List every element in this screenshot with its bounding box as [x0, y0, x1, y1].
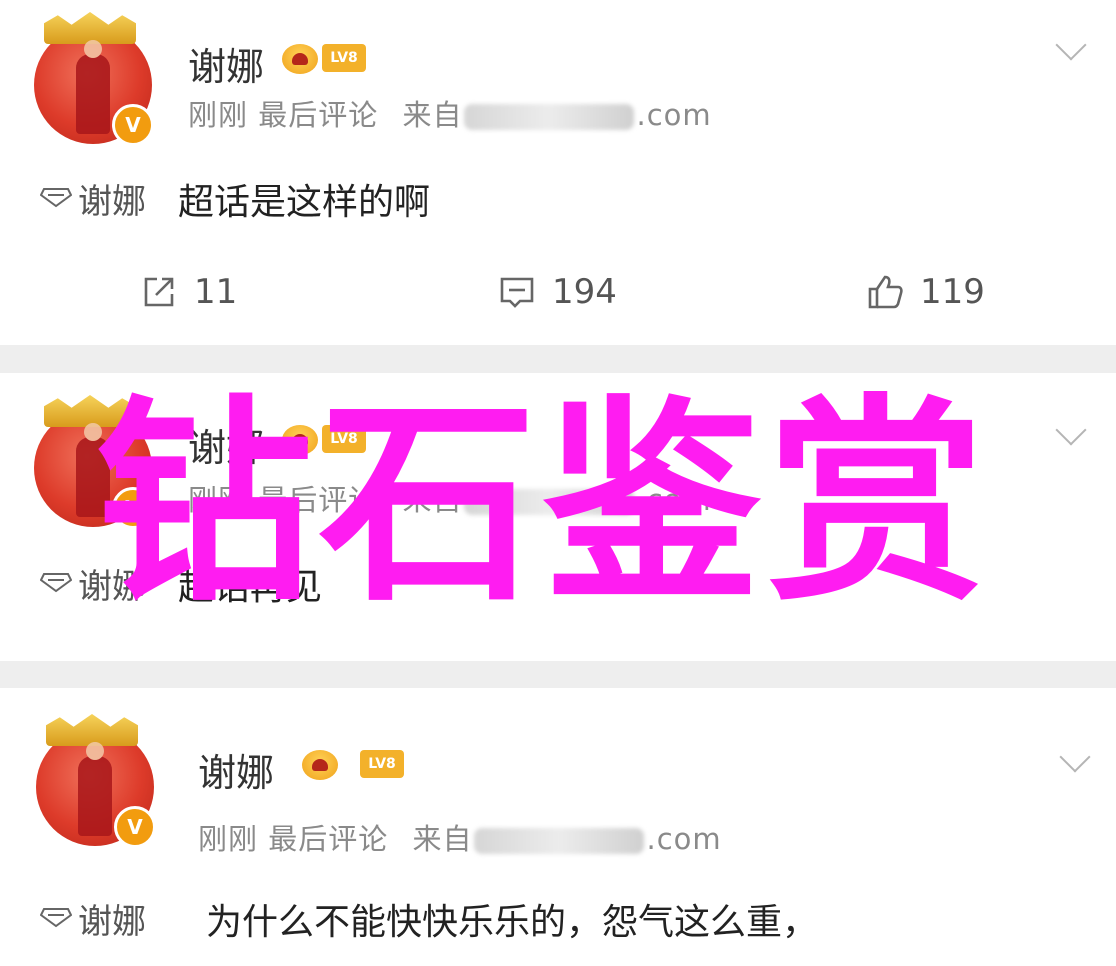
blurred-source	[474, 828, 645, 854]
level-badge: LV8	[322, 44, 366, 72]
chevron-down-icon[interactable]	[1059, 741, 1091, 773]
crown-badge-icon	[302, 750, 338, 780]
watermark-overlay: 钻石鉴赏	[95, 378, 991, 631]
comment-button[interactable]: 194	[498, 270, 617, 314]
avatar-figure	[76, 40, 110, 134]
source-suffix: .com	[636, 98, 712, 132]
crown-badge-icon	[282, 44, 318, 74]
chevron-down-icon[interactable]	[1055, 414, 1087, 446]
topic-link[interactable]: 谢娜	[78, 894, 146, 943]
avatar-crown-decoration	[44, 12, 136, 44]
topic-diamond-icon	[40, 573, 72, 593]
post-text: 为什么不能快快乐乐的，怨气这么重，	[206, 902, 819, 943]
verified-v-icon: V	[112, 104, 154, 146]
source-prefix: 来自	[402, 98, 463, 132]
post-meta: 刚刚 最后评论 来自 .com	[188, 92, 712, 134]
chevron-down-icon[interactable]	[1055, 29, 1087, 61]
avatar[interactable]: V	[36, 714, 156, 848]
like-icon	[868, 275, 903, 309]
topic-link[interactable]: 谢娜	[78, 174, 146, 223]
post-time: 刚刚	[188, 98, 249, 132]
topic-diamond-icon	[40, 908, 72, 928]
topic-diamond-icon	[40, 188, 72, 208]
repost-button[interactable]: 11	[140, 270, 237, 314]
weibo-post-card: V 谢娜 LV8 刚刚 最后评论 来自 .com 谢娜 为什么不能快快乐乐的，怨气…	[0, 688, 1116, 966]
source-suffix: .com	[646, 822, 722, 856]
username[interactable]: 谢娜	[188, 36, 264, 91]
avatar[interactable]: V	[34, 12, 154, 146]
verified-v-icon: V	[114, 806, 156, 848]
post-action: 最后评论	[268, 822, 389, 856]
avatar-figure	[78, 742, 112, 836]
weibo-post-card: V 谢娜 LV8 刚刚 最后评论 来自 .com 谢娜 超话是这样的啊 11 19…	[0, 0, 1116, 345]
post-divider	[0, 661, 1116, 688]
post-divider	[0, 345, 1116, 373]
username[interactable]: 谢娜	[198, 742, 274, 797]
level-badge: LV8	[360, 750, 404, 778]
post-time: 刚刚	[198, 822, 259, 856]
source-prefix: 来自	[412, 822, 473, 856]
repost-count: 11	[194, 272, 238, 312]
comment-icon	[500, 277, 534, 308]
avatar-crown-decoration	[46, 714, 138, 746]
post-action: 最后评论	[258, 98, 379, 132]
like-button[interactable]: 119	[866, 270, 985, 314]
comment-count: 194	[552, 272, 617, 312]
repost-icon	[144, 277, 174, 307]
blurred-source	[464, 104, 635, 130]
post-meta: 刚刚 最后评论 来自 .com	[198, 816, 722, 858]
post-text: 超话是这样的啊	[178, 182, 431, 223]
like-count: 119	[920, 272, 985, 312]
